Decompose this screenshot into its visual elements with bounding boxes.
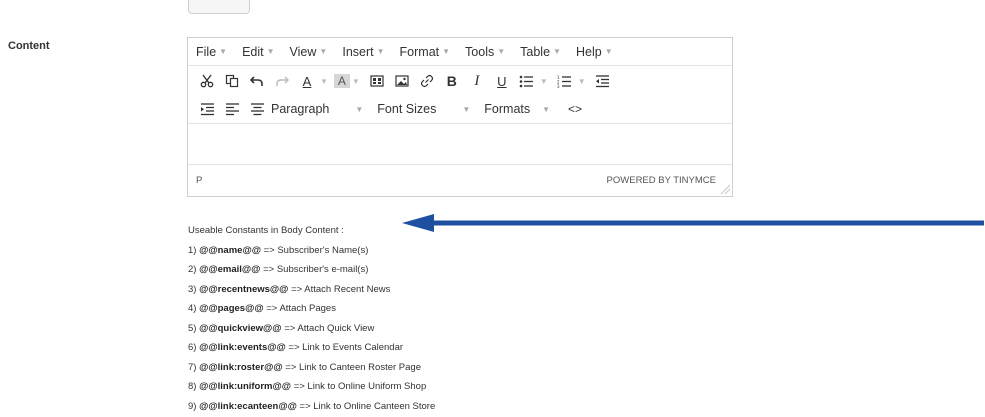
chevron-down-icon: ▼ [542,104,551,114]
align-left-icon[interactable] [221,98,243,120]
annotation-arrow-icon [402,214,984,232]
powered-by-branding[interactable]: POWERED BY TINYMCE [607,175,716,186]
indent-icon[interactable] [196,98,218,120]
chevron-down-icon[interactable]: ▼ [578,77,586,86]
list-item: 9) @@link:ecanteen@@ => Link to Online C… [188,400,436,412]
chevron-down-icon: ▼ [604,47,613,56]
italic-icon[interactable]: I [466,70,488,92]
list-item: 8) @@link:uniform@@ => Link to Online Un… [188,381,427,392]
background-color-icon[interactable]: A [333,74,350,88]
rich-text-editor: File ▼ Edit ▼ View ▼ Insert ▼ Format ▼ Tools ▼… [187,37,733,197]
chevron-down-icon: ▼ [219,47,228,56]
list-item: 1) @@name@@ => Subscriber's Name(s) [188,244,369,256]
numbered-list-icon[interactable]: 123 [554,70,576,92]
underline-icon[interactable]: U [491,70,513,92]
outdent-icon[interactable] [592,70,614,92]
list-item: 6) @@link:events@@ => Link to Events Cal… [188,342,404,353]
menu-format[interactable]: Format ▼ [400,45,451,59]
chevron-down-icon: ▼ [355,104,364,114]
media-icon[interactable] [366,70,388,92]
undo-icon[interactable] [246,70,268,92]
menu-edit[interactable]: Edit ▼ [242,45,274,59]
link-icon[interactable] [416,70,438,92]
menu-file[interactable]: File ▼ [196,45,227,59]
editor-statusbar: P POWERED BY TINYMCE [188,164,732,196]
chevron-down-icon[interactable]: ▼ [352,77,360,86]
bullet-list-icon[interactable] [516,70,538,92]
chevron-down-icon: ▼ [462,104,471,114]
bold-icon[interactable]: B [441,70,463,92]
chevron-down-icon: ▼ [497,47,506,56]
usable-constants-list: Useable Constants in Body Content : 1) @… [188,221,435,416]
top-button-stub[interactable] [188,0,250,14]
formats-dropdown[interactable]: Formats ▼ [484,102,550,116]
element-path[interactable]: P [196,175,202,186]
list-item: 4) @@pages@@ => Attach Pages [188,303,336,314]
chevron-down-icon[interactable]: ▼ [540,77,548,86]
menu-tools[interactable]: Tools ▼ [465,45,505,59]
chevron-down-icon: ▼ [553,47,561,56]
menu-table[interactable]: Table ▼ [520,45,561,59]
chevron-down-icon[interactable]: ▼ [320,77,328,86]
list-item: 7) @@link:roster@@ => Link to Canteen Ro… [188,361,421,373]
list-item: 5) @@quickview@@ => Attach Quick View [188,322,375,334]
redo-icon[interactable] [271,70,293,92]
svg-text:3: 3 [557,84,560,88]
cut-icon[interactable] [196,70,218,92]
chevron-down-icon: ▼ [376,47,385,56]
menu-help[interactable]: Help ▼ [576,45,613,59]
editor-toolbar-row-1: A ▼ A ▼ B I U ▼ 123 ▼ [188,67,732,95]
menu-insert[interactable]: Insert ▼ [342,45,384,59]
copy-icon[interactable] [221,70,243,92]
content-field-label: Content [8,40,50,52]
chevron-down-icon: ▼ [442,47,451,56]
font-sizes-dropdown[interactable]: Font Sizes ▼ [377,102,470,116]
resize-handle-icon[interactable] [720,184,730,194]
list-item: 3) @@recentnews@@ => Attach Recent News [188,283,391,295]
list-item: 2) @@email@@ => Subscriber's e-mail(s) [188,264,369,275]
text-color-icon[interactable]: A [296,70,318,92]
chevron-down-icon: ▼ [319,47,328,56]
paragraph-dropdown[interactable]: Paragraph ▼ [271,102,363,116]
source-code-icon[interactable]: <> [564,98,586,120]
editor-menubar: File ▼ Edit ▼ View ▼ Insert ▼ Format ▼ Tools ▼… [188,38,732,66]
chevron-down-icon: ▼ [266,47,275,56]
editor-toolbar-row-2: Paragraph ▼ Font Sizes ▼ Formats ▼ <> [188,95,732,124]
editor-content-area[interactable] [188,124,732,165]
constants-heading: Useable Constants in Body Content : [188,225,344,236]
menu-view[interactable]: View ▼ [290,45,328,59]
image-icon[interactable] [391,70,413,92]
align-center-icon[interactable] [246,98,268,120]
